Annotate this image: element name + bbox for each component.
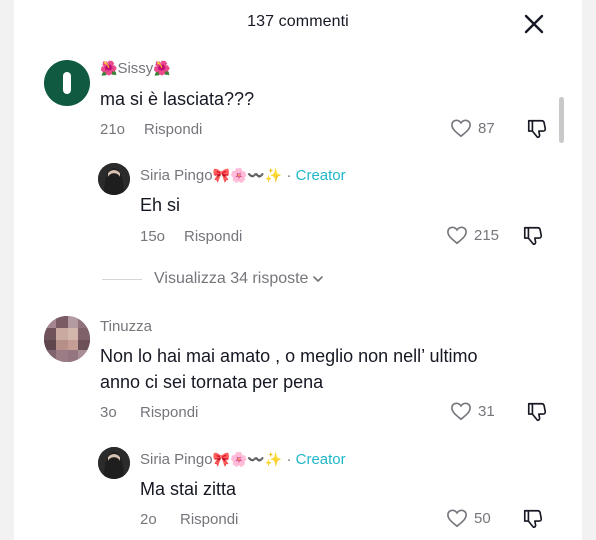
comment-username[interactable]: Siria Pingo🎀🌸〰️✨ · Creator: [140, 451, 346, 468]
bow-flower-emoji-icon: 🎀🌸〰️✨: [212, 451, 283, 467]
dislike-icon[interactable]: [522, 508, 544, 535]
reply-button[interactable]: Rispondi: [180, 511, 238, 528]
separator-dot: ·: [286, 451, 292, 468]
like-button[interactable]: 50: [446, 508, 491, 528]
comment-text: Ma stai zitta: [140, 479, 237, 499]
like-count: 50: [474, 509, 491, 527]
heart-icon: [447, 509, 467, 528]
creator-badge: Creator: [295, 451, 346, 468]
username-text: Siria Pingo: [140, 451, 213, 468]
comments-sheet: 137 commenti 🌺Sissy🌺 ma si è lasciata???…: [14, 0, 582, 540]
reply-item: Siria Pingo🎀🌸〰️✨ · Creator Ma stai zitta…: [14, 0, 582, 540]
avatar[interactable]: [98, 447, 130, 479]
comment-timestamp: 2o: [140, 511, 157, 528]
